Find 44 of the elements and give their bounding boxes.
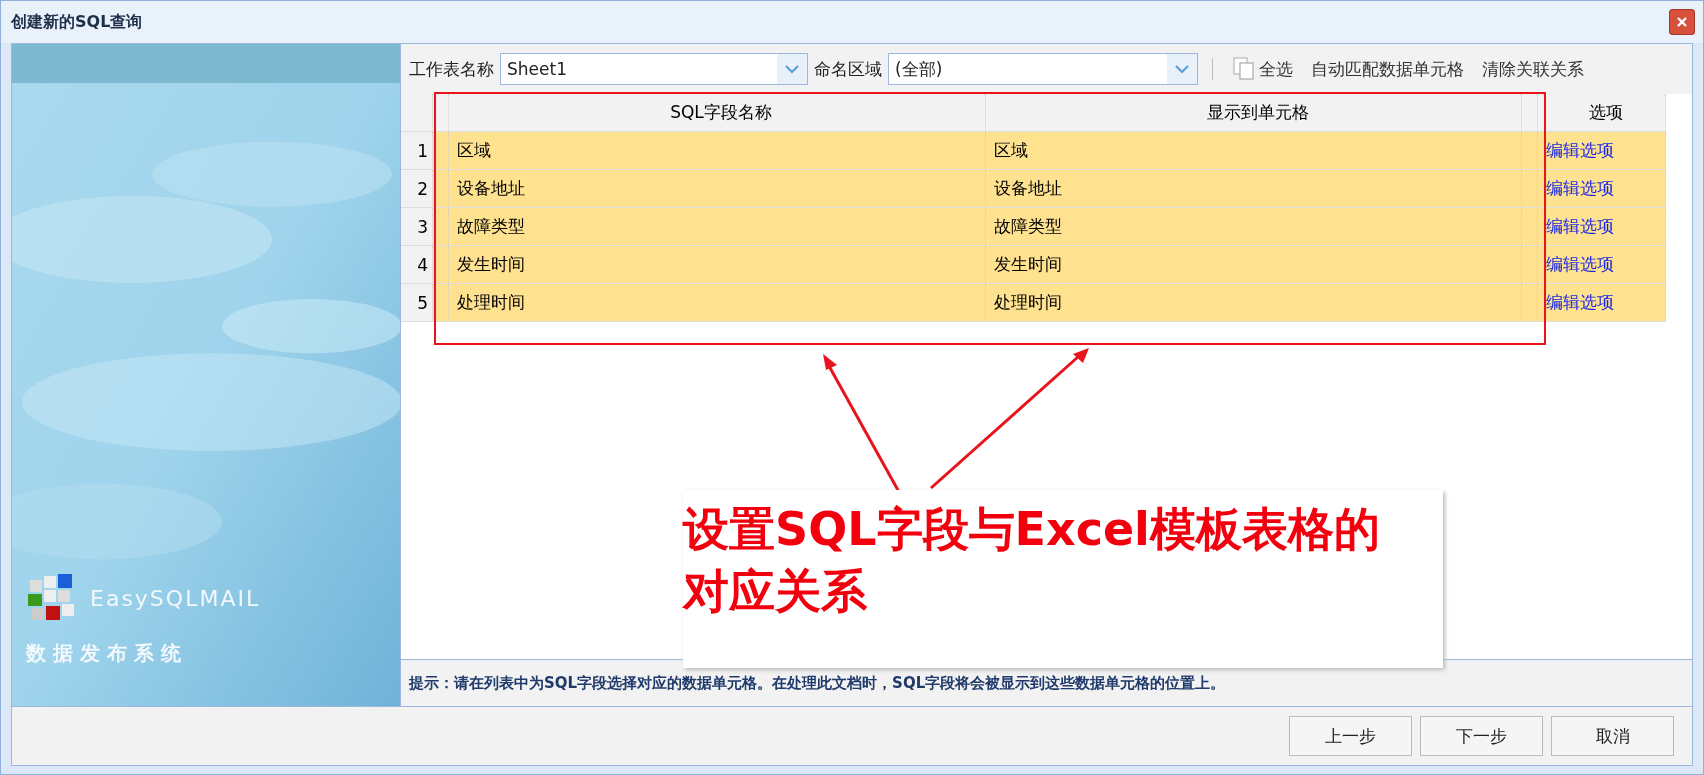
toolbar-button[interactable]: 自动匹配数据单元格 — [1305, 57, 1470, 81]
edit-options-link[interactable]: 编辑选项 — [1546, 253, 1614, 276]
row-number: 3 — [401, 208, 433, 246]
dialog-button[interactable]: 取消 — [1551, 716, 1674, 756]
product-subtitle: 数 据 发 布 系 统 — [26, 640, 181, 667]
chevron-down-icon — [1175, 64, 1189, 74]
toolbar-button[interactable]: 清除关联关系 — [1476, 57, 1590, 81]
edit-options-link[interactable]: 编辑选项 — [1546, 291, 1614, 314]
sheet-dropdown[interactable]: Sheet1 — [500, 53, 808, 85]
row-number: 1 — [401, 132, 433, 170]
close-icon — [1676, 16, 1688, 28]
sheet-label: 工作表名称 — [409, 57, 494, 81]
copy-icon — [1233, 57, 1255, 81]
close-button[interactable] — [1669, 9, 1695, 35]
range-label: 命名区域 — [814, 57, 882, 81]
row-number: 2 — [401, 170, 433, 208]
window-title: 创建新的SQL查询 — [11, 11, 143, 33]
edit-options-link[interactable]: 编辑选项 — [1546, 177, 1614, 200]
edit-options-link[interactable]: 编辑选项 — [1546, 215, 1614, 238]
brand-name: EasySQLMAIL — [90, 585, 261, 611]
table-cell: 处理时间 — [986, 284, 1522, 322]
table-cell: 发生时间 — [986, 246, 1522, 284]
table-cell: 区域 — [986, 132, 1522, 170]
column-header: SQL字段名称 — [449, 94, 986, 132]
edit-options-link[interactable]: 编辑选项 — [1546, 139, 1614, 162]
table-cell: 处理时间 — [449, 284, 986, 322]
table-cell: 设备地址 — [449, 170, 986, 208]
toolbar-button[interactable]: 全选 — [1227, 57, 1299, 81]
dialog-button[interactable]: 下一步 — [1420, 716, 1543, 756]
dialog-button[interactable]: 上一步 — [1289, 716, 1412, 756]
header-cell — [1522, 94, 1538, 132]
range-dropdown[interactable]: (全部) — [888, 53, 1198, 85]
table-cell: 故障类型 — [449, 208, 986, 246]
row-number: 4 — [401, 246, 433, 284]
row-number: 5 — [401, 284, 433, 322]
table-cell: 发生时间 — [449, 246, 986, 284]
hint-text: 提示：请在列表中为SQL字段选择对应的数据单元格。在处理此文档时，SQL字段将会被显示到这些数据单元格的位置上。 — [409, 673, 1226, 693]
column-header: 选项 — [1538, 94, 1666, 132]
annotation-text: 设置SQL字段与Excel模板表格的对应关系 — [683, 490, 1443, 668]
chevron-down-icon — [785, 64, 799, 74]
table-cell: 设备地址 — [986, 170, 1522, 208]
column-header: 显示到单元格 — [986, 94, 1522, 132]
table-cell: 区域 — [449, 132, 986, 170]
table-cell: 故障类型 — [986, 208, 1522, 246]
